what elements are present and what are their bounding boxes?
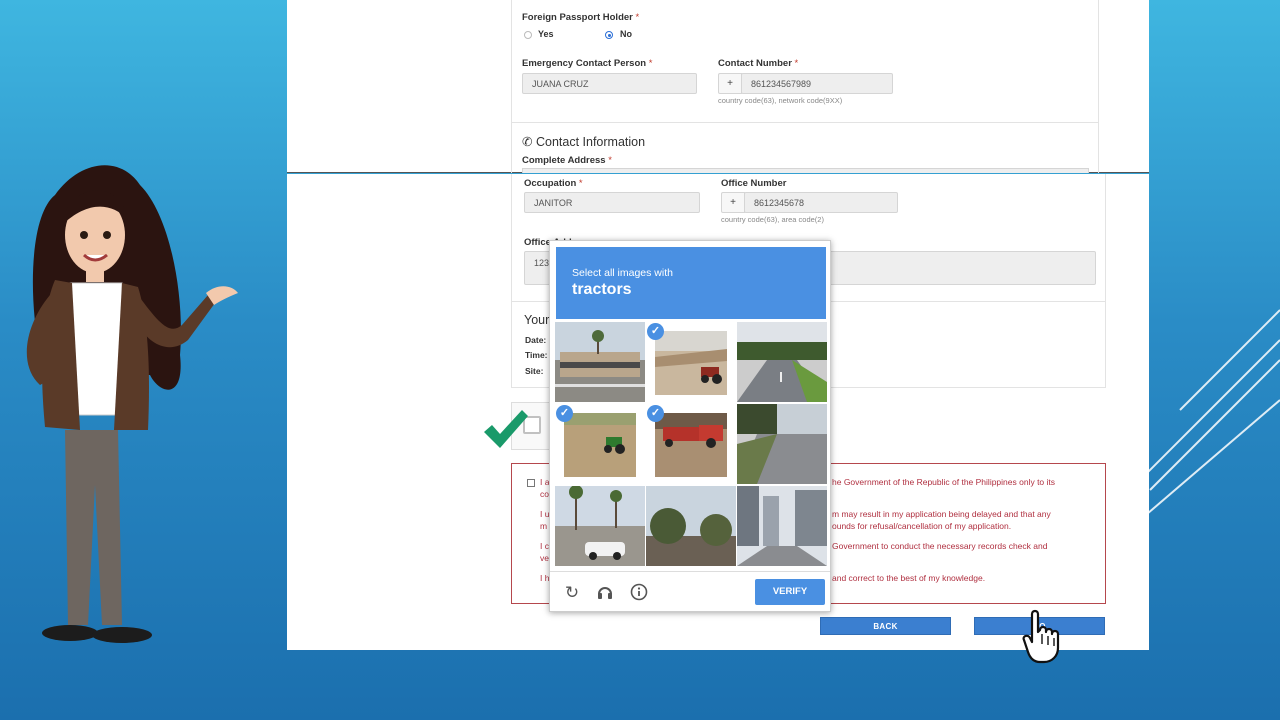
captcha-footer: ↻ VERIFY <box>550 571 830 613</box>
selected-check-icon: ✓ <box>647 323 664 340</box>
captcha-tile-3[interactable] <box>737 322 827 402</box>
radio-yes-label: Yes <box>538 29 554 39</box>
time-label: Time: <box>525 350 548 360</box>
consent-line1b: co <box>540 489 549 499</box>
site-label: Site: <box>525 366 544 376</box>
office-prefix: + <box>721 192 745 213</box>
occupation-input[interactable]: JANITOR <box>524 192 700 213</box>
section-divider <box>511 122 1099 123</box>
consent-line3-start: I c <box>540 541 549 551</box>
consent-checkbox[interactable] <box>527 479 535 487</box>
contact-prefix: + <box>718 73 742 94</box>
date-label: Date: <box>525 335 547 345</box>
consent-line1-end: he Government of the Republic of the Phi… <box>832 477 1056 487</box>
reload-icon[interactable]: ↻ <box>562 583 582 603</box>
captcha-tile-5[interactable]: ✓ <box>646 404 736 484</box>
hand-cursor-icon <box>1022 609 1060 664</box>
contact-number-input[interactable]: 861234567989 <box>741 73 893 94</box>
headphones-icon[interactable] <box>595 583 615 603</box>
tile-image <box>655 331 727 395</box>
info-icon[interactable] <box>629 583 649 603</box>
back-button[interactable]: BACK <box>820 617 951 635</box>
complete-address-label: Complete Address * <box>522 155 612 166</box>
consent-line3b: ve <box>540 553 549 563</box>
green-check-icon <box>484 410 528 448</box>
decorative-lines <box>1140 309 1280 521</box>
tile-image <box>737 322 827 402</box>
selected-check-icon: ✓ <box>647 405 664 422</box>
consent-line3-end: Government to conduct the necessary reco… <box>832 541 1048 551</box>
office-number-label: Office Number <box>721 178 787 189</box>
radio-no[interactable] <box>605 31 613 39</box>
tile-image <box>737 404 827 484</box>
consent-line4-end: and correct to the best of my knowledge. <box>832 573 986 583</box>
tile-image <box>737 486 827 566</box>
radio-yes[interactable] <box>524 31 532 39</box>
verify-button[interactable]: VERIFY <box>755 579 825 605</box>
captcha-instruction: Select all images with <box>572 267 673 279</box>
contact-number-label: Contact Number * <box>718 58 799 69</box>
office-number-hint: country code(63), area code(2) <box>721 215 824 224</box>
your-appointment-heading: Your <box>524 313 550 327</box>
captcha-target: tractors <box>572 281 632 298</box>
consent-line2b-end: ounds for refusal/cancellation of my app… <box>832 521 1012 531</box>
occupation-label: Occupation * <box>524 178 583 189</box>
emergency-contact-input[interactable]: JUANA CRUZ <box>522 73 697 94</box>
tile-image <box>555 486 645 566</box>
office-number-input[interactable]: 8612345678 <box>744 192 898 213</box>
captcha-tile-9[interactable] <box>737 486 827 566</box>
tile-image <box>655 413 727 477</box>
captcha-tile-8[interactable] <box>646 486 736 566</box>
contact-info-heading: ✆ Contact Information <box>522 135 646 149</box>
captcha-tile-6[interactable] <box>737 404 827 484</box>
consent-line2b-start: m <box>540 521 548 531</box>
radio-no-label: No <box>620 29 632 39</box>
consent-line2-end: m may result in my application being del… <box>832 509 1051 519</box>
contact-number-hint: country code(63), network code(9XX) <box>718 96 843 105</box>
captcha-header: Select all images with tractors <box>556 247 826 319</box>
captcha-tile-1[interactable] <box>555 322 645 402</box>
cartoon-presenter <box>26 165 238 643</box>
foreign-passport-label: Foreign Passport Holder * <box>522 12 640 23</box>
emergency-contact-label: Emergency Contact Person * <box>522 58 653 69</box>
selected-check-icon: ✓ <box>556 405 573 422</box>
tile-image <box>646 486 736 566</box>
phone-icon: ✆ <box>522 135 533 149</box>
captcha-dialog: Select all images with tractors ✓ ✓ ✓ ↻ … <box>549 240 831 612</box>
tile-image <box>564 413 636 477</box>
tile-image <box>555 322 645 402</box>
captcha-tile-2[interactable]: ✓ <box>646 322 736 402</box>
captcha-tile-4[interactable]: ✓ <box>555 404 645 484</box>
form-panel-top: Foreign Passport Holder * Yes No Emergen… <box>287 0 1149 173</box>
complete-address-input[interactable] <box>522 168 1089 173</box>
captcha-tile-7[interactable] <box>555 486 645 566</box>
